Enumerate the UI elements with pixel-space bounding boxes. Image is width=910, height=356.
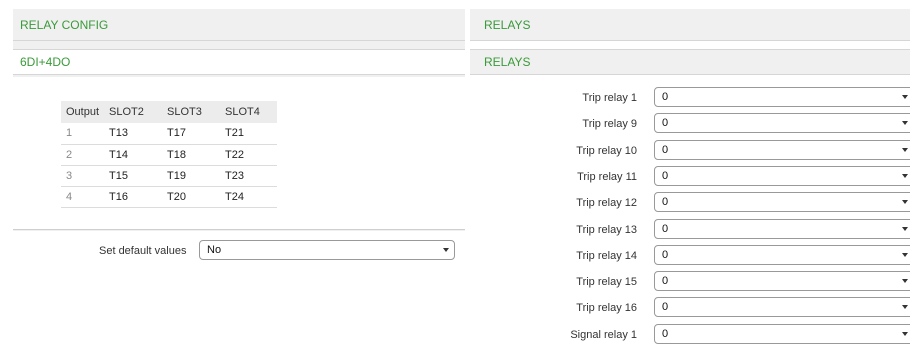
relay-row: Trip relay 9 0	[470, 113, 910, 139]
chevron-down-icon	[902, 226, 908, 231]
table-cell: T15	[104, 165, 163, 187]
module-subheader: 6DI+4DO	[13, 49, 465, 75]
chevron-down-icon	[902, 121, 908, 126]
relays-header: RELAYS	[470, 9, 910, 41]
relay-config-header: RELAY CONFIG	[13, 9, 465, 41]
slot-table: Output SLOT2 SLOT3 SLOT4 1 T13 T17 T21 2…	[61, 101, 278, 208]
relay-select-value: 0	[662, 301, 669, 314]
chevron-down-icon	[902, 95, 908, 99]
table-cell: T14	[104, 144, 163, 166]
table-row: 3 T15 T19 T23	[61, 165, 278, 187]
relay-select[interactable]: 0	[654, 297, 910, 318]
relay-label: Trip relay 15	[576, 276, 637, 289]
relay-select-value: 0	[662, 196, 669, 209]
table-header-row: Output SLOT2 SLOT3 SLOT4	[61, 101, 278, 123]
relay-label: Trip relay 11	[577, 170, 637, 183]
relay-row: Trip relay 16 0	[470, 297, 910, 323]
relay-config-panel: RELAY CONFIG 6DI+4DO Output SLOT2 SLOT3 …	[13, 9, 465, 269]
relay-select[interactable]: 0	[654, 218, 910, 239]
relay-row: Trip relay 13 0	[470, 218, 910, 245]
default-values-select[interactable]: No	[199, 240, 455, 260]
relay-select[interactable]: 0	[654, 192, 910, 213]
chevron-down-icon	[443, 248, 449, 252]
relay-label: Signal relay 1	[570, 328, 637, 341]
default-values-value: No	[207, 244, 222, 256]
relay-select[interactable]: 0	[654, 139, 910, 160]
table-cell: T23	[220, 165, 278, 187]
table-row: 2 T14 T18 T22	[61, 144, 278, 166]
relay-select-value: 0	[662, 222, 669, 235]
relay-select-value: 0	[662, 143, 669, 156]
relay-row: Trip relay 11 0	[470, 165, 910, 192]
relay-select-value: 0	[662, 169, 669, 182]
column-header-slot3: SLOT3	[162, 101, 221, 123]
table-cell: T21	[220, 123, 278, 145]
table-cell: 2	[61, 144, 105, 166]
relay-label: Trip relay 12	[576, 197, 637, 210]
chevron-down-icon	[902, 279, 908, 284]
chevron-down-icon	[902, 305, 908, 310]
default-values-label: Set default values	[99, 245, 187, 257]
relay-row: Signal relay 1 0	[470, 323, 910, 350]
table-cell: T20	[162, 186, 221, 208]
table-cell: T17	[162, 123, 221, 145]
column-header-output: Output	[61, 101, 105, 123]
chevron-down-icon	[902, 200, 908, 205]
chevron-down-icon	[902, 331, 908, 336]
default-values-row: Set default values No	[13, 231, 465, 269]
relay-select[interactable]: 0	[654, 323, 910, 344]
relay-row: Trip relay 14 0	[470, 244, 910, 271]
relay-label: Trip relay 10	[576, 144, 637, 157]
relay-select[interactable]: 0	[654, 165, 910, 186]
column-header-slot4: SLOT4	[220, 101, 278, 123]
relay-row: Trip relay 12 0	[470, 192, 910, 218]
relay-select[interactable]: 0	[654, 244, 910, 265]
relay-label: Trip relay 14	[576, 249, 637, 262]
relay-label: Trip relay 16	[576, 302, 637, 315]
relays-subheader: RELAYS	[470, 49, 910, 75]
relay-select[interactable]: 0	[654, 87, 910, 107]
table-cell: T18	[162, 144, 221, 166]
relay-select-value: 0	[662, 327, 669, 340]
table-cell: 3	[61, 165, 105, 187]
relay-label: Trip relay 9	[582, 118, 637, 131]
relay-row: Trip relay 15 0	[470, 271, 910, 297]
relay-row: Trip relay 1 0	[470, 87, 910, 113]
table-cell: 1	[61, 123, 105, 145]
chevron-down-icon	[902, 173, 908, 178]
slot-table-area: Output SLOT2 SLOT3 SLOT4 1 T13 T17 T21 2…	[13, 77, 465, 230]
relays-panel: RELAYS RELAYS Trip relay 1 0 Trip relay 90…	[470, 9, 910, 356]
relay-label: Trip relay 1	[582, 92, 637, 104]
table-cell: T19	[162, 165, 221, 187]
table-cell: T13	[104, 123, 163, 145]
column-header-slot2: SLOT2	[104, 101, 163, 123]
chevron-down-icon	[902, 252, 908, 257]
relay-select-value: 0	[662, 117, 669, 130]
relay-label: Trip relay 13	[576, 223, 637, 236]
relay-select-value: 0	[662, 275, 669, 288]
table-cell: T22	[220, 144, 278, 166]
relay-row: Trip relay 10 0	[470, 139, 910, 166]
table-cell: T16	[104, 186, 163, 208]
table-cell: T24	[220, 186, 278, 208]
table-row: 1 T13 T17 T21	[61, 123, 278, 145]
relay-select-value: 0	[662, 248, 669, 261]
relay-select-value: 0	[662, 91, 669, 103]
chevron-down-icon	[902, 147, 908, 152]
relay-select[interactable]: 0	[654, 113, 910, 134]
table-row: 4 T16 T20 T24	[61, 186, 278, 208]
table-cell: 4	[61, 186, 105, 208]
relay-select[interactable]: 0	[654, 271, 910, 292]
